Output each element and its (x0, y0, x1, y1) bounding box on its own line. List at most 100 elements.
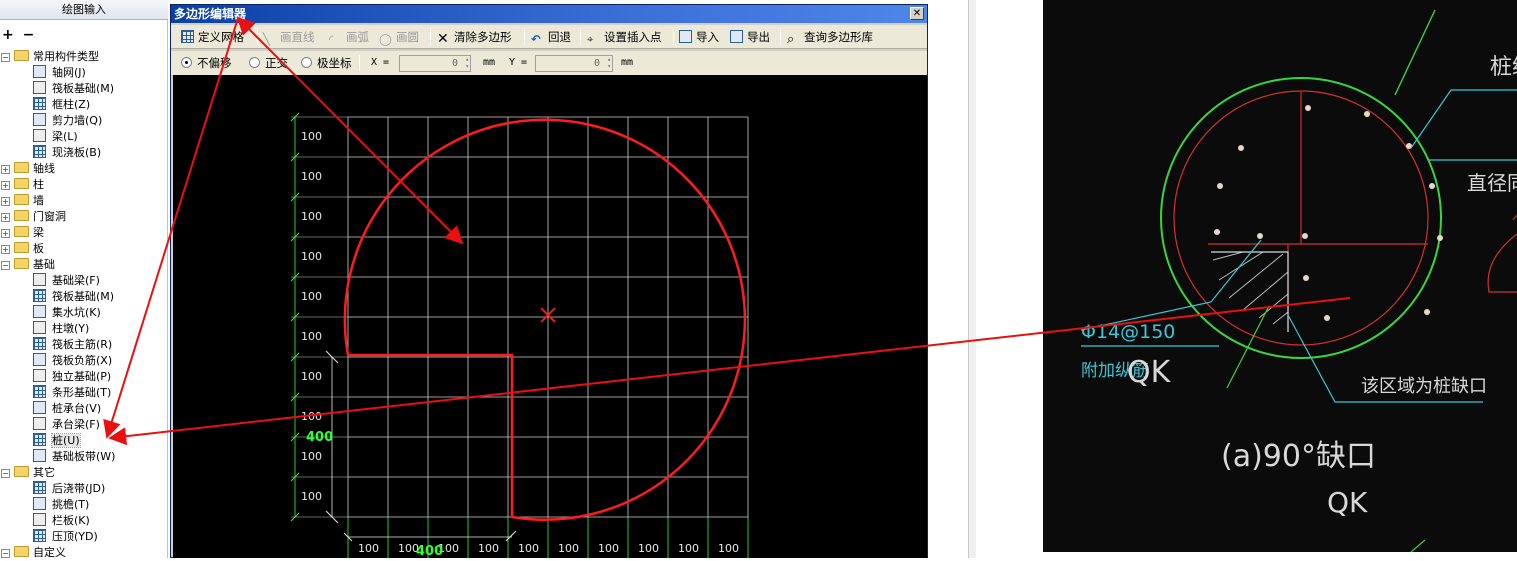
undo-button[interactable]: ↶ 回退 (531, 28, 571, 46)
draw-line-label: 画直线 (280, 30, 315, 44)
x-coordinate-input[interactable]: 0 (399, 55, 471, 72)
tree-folder[interactable]: + 墙 (0, 193, 44, 209)
coping-icon (33, 529, 46, 542)
tree-item[interactable]: 基础梁(F) (33, 273, 100, 289)
tree-item[interactable]: 挑檐(T) (33, 497, 89, 513)
expand-icon[interactable]: + (1, 197, 10, 206)
radio-no-offset[interactable]: 不偏移 (181, 54, 232, 72)
tree-label: 梁(L) (52, 130, 78, 143)
tree-item[interactable]: 框柱(Z) (33, 97, 90, 113)
tree-label: 桩(U) (51, 433, 81, 448)
y-label: Y = (509, 57, 528, 68)
tree-label: 筏板主筋(R) (52, 338, 113, 351)
tree-expand-collapse-icons[interactable]: + − (2, 27, 36, 43)
tree-item[interactable]: 基础板带(W) (33, 449, 115, 465)
tree-item[interactable]: 栏板(K) (33, 513, 90, 529)
x-icon: ✕ (437, 31, 449, 47)
tree-item[interactable]: 筏板基础(M) (33, 289, 114, 305)
reference-photo: 桩纵 直径同 Φ14@150 附加纵筋 QK 该区域为桩缺口 (a)90°缺口 … (1043, 0, 1517, 552)
photo-text-qk1: QK (1127, 355, 1172, 390)
tree-folder[interactable]: + 梁 (0, 225, 44, 241)
tree-item[interactable]: 桩(U) (33, 433, 81, 449)
insert-point-icon: ⌖ (587, 32, 594, 46)
pile-cap-icon (33, 401, 46, 414)
tree-item[interactable]: 集水坑(K) (33, 305, 101, 321)
tree-folder[interactable]: − 自定义 (0, 545, 66, 561)
magnifier-icon: ⌕ (787, 32, 795, 47)
collapse-icon[interactable]: − (1, 469, 10, 478)
grid-row-label: 100 (301, 170, 322, 183)
draw-arc-label: 画弧 (346, 30, 369, 44)
import-button[interactable]: 导入 (679, 28, 719, 46)
tree-item[interactable]: 筏板主筋(R) (33, 337, 112, 353)
circle-icon: ◯ (379, 32, 392, 46)
tree-item[interactable]: 现浇板(B) (33, 145, 101, 161)
tree-item[interactable]: 压顶(YD) (33, 529, 98, 545)
grid-col-label: 100 (598, 542, 619, 555)
grid-row-label: 100 (301, 370, 322, 383)
radio-dot-icon (301, 57, 312, 68)
tree-item[interactable]: 轴网(J) (33, 65, 86, 81)
tree-item[interactable]: 独立基础(P) (33, 369, 111, 385)
tree-label: 自定义 (33, 546, 66, 559)
tree-label: 门窗洞 (33, 210, 66, 223)
set-insert-point-button[interactable]: ⌖ 设置插入点 (587, 28, 662, 46)
y-coordinate-input[interactable]: 0 (535, 55, 613, 72)
expand-icon[interactable]: + (1, 213, 10, 222)
draw-circle-button[interactable]: ◯ 画圆 (379, 28, 419, 46)
tree-item[interactable]: 梁(L) (33, 129, 78, 145)
polygon-editor-dialog: 多边形编辑器 ✕ 定义网格 ╲ 画直线 ◜ 画弧 ◯ 画圆 ✕ 清除多边形 ↶ 回退 ⌖ 设… (170, 4, 928, 558)
grid-col-label: 100 (678, 542, 699, 555)
query-library-label: 查询多边形库 (804, 30, 873, 44)
draw-arc-button[interactable]: ◜ 画弧 (329, 28, 369, 46)
tree-folder[interactable]: + 板 (0, 241, 44, 257)
tree-item[interactable]: 筏板基础(M) (33, 81, 114, 97)
radio-dot-icon (249, 57, 260, 68)
raft-foundation-icon (33, 289, 46, 302)
tree-item[interactable]: 后浇带(JD) (33, 481, 105, 497)
tree-folder[interactable]: + 轴线 (0, 161, 55, 177)
draw-line-button[interactable]: ╲ 画直线 (263, 28, 315, 46)
sump-icon (33, 305, 46, 318)
tree-item[interactable]: 筏板负筋(X) (33, 353, 112, 369)
tree-folder[interactable]: + 门窗洞 (0, 209, 66, 225)
radio-orthogonal[interactable]: 正交 (249, 54, 288, 72)
expand-icon[interactable]: + (1, 245, 10, 254)
expand-icon[interactable]: + (1, 165, 10, 174)
collapse-icon[interactable]: − (1, 549, 10, 558)
foundation-strip-icon (33, 449, 46, 462)
tree-item[interactable]: 柱墩(Y) (33, 321, 89, 337)
window-border (968, 0, 976, 558)
beam-icon (33, 129, 46, 142)
polygon-shape[interactable] (343, 118, 747, 521)
define-grid-button[interactable]: 定义网格 (181, 28, 244, 46)
clear-polygon-button[interactable]: ✕ 清除多边形 (437, 28, 512, 46)
tree-item[interactable]: 桩承台(V) (33, 401, 101, 417)
polygon-drawing-canvas[interactable]: 100 100 100 100 100 100 100 100 100 100 100 100 100 1… (173, 75, 927, 558)
expand-icon[interactable]: + (1, 181, 10, 190)
tree-item[interactable]: 承台梁(F) (33, 417, 100, 433)
photo-text-region-note: 该区域为桩缺口 (1361, 376, 1487, 397)
undo-icon: ↶ (531, 32, 541, 46)
tree-folder[interactable]: − 其它 (0, 465, 55, 481)
folder-icon (14, 178, 29, 189)
toolbar-separator (359, 55, 360, 71)
tree-item[interactable]: 条形基础(T) (33, 385, 111, 401)
expand-icon[interactable]: + (1, 229, 10, 238)
pile-icon (33, 433, 46, 446)
tree-label: 柱 (33, 178, 44, 191)
tree-folder[interactable]: − 基础 (0, 257, 55, 273)
tree-item[interactable]: 剪力墙(Q) (33, 113, 102, 129)
export-button[interactable]: 导出 (730, 28, 770, 46)
tree-folder[interactable]: + 柱 (0, 177, 44, 193)
radio-polar[interactable]: 极坐标 (301, 54, 352, 72)
collapse-icon[interactable]: − (1, 53, 10, 62)
tree-folder[interactable]: − 常用构件类型 (0, 49, 99, 65)
query-polygon-library-button[interactable]: ⌕ 查询多边形库 (787, 28, 873, 46)
tree-label: 条形基础(T) (52, 386, 112, 399)
tab-drawing-input[interactable]: 绘图输入 (0, 0, 168, 20)
tree-label: 后浇带(JD) (52, 482, 106, 495)
close-icon[interactable]: ✕ (910, 7, 924, 20)
folder-icon (14, 242, 29, 253)
collapse-icon[interactable]: − (1, 261, 10, 270)
